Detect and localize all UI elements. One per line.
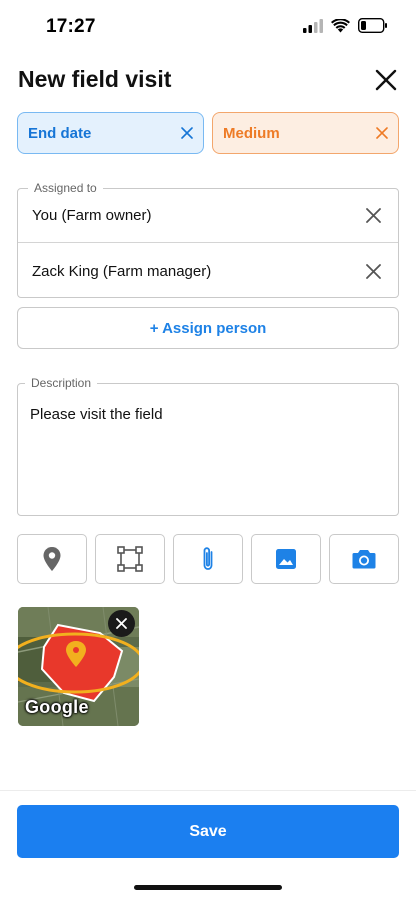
google-watermark: Google: [25, 697, 89, 717]
polygon-draw-icon: [117, 546, 143, 572]
assignee-name: You (Farm owner): [32, 207, 152, 224]
location-pin-icon: [43, 547, 61, 571]
add-image-button[interactable]: [251, 534, 321, 584]
assignee-row: Zack King (Farm manager): [18, 244, 398, 298]
remove-priority-icon[interactable]: [376, 124, 388, 142]
assignee-row: You (Farm owner): [18, 189, 398, 243]
wifi-icon: [331, 18, 350, 32]
draw-area-button[interactable]: [95, 534, 165, 584]
description-label: Description: [25, 376, 98, 390]
cellular-signal-icon: [303, 18, 323, 33]
remove-assignee-button[interactable]: [362, 205, 384, 227]
battery-icon: [358, 18, 387, 33]
description-value[interactable]: Please visit the field: [30, 406, 163, 423]
close-button[interactable]: [370, 64, 402, 96]
home-indicator: [134, 885, 282, 890]
close-icon: [116, 618, 127, 629]
close-icon: [365, 263, 381, 279]
description-field[interactable]: Description Please visit the field: [17, 376, 399, 516]
close-icon: [375, 69, 397, 91]
save-button[interactable]: Save: [17, 805, 399, 858]
assign-person-button[interactable]: + Assign person: [17, 307, 399, 349]
end-date-chip-label: End date: [28, 124, 92, 142]
attachment-icon: [203, 547, 213, 570]
attach-file-button[interactable]: [173, 534, 243, 584]
add-location-button[interactable]: [17, 534, 87, 584]
status-icons: [303, 18, 388, 33]
remove-map-button[interactable]: [108, 610, 135, 637]
remove-end-date-icon[interactable]: [181, 124, 193, 142]
status-time: 17:27: [46, 16, 96, 37]
end-date-chip[interactable]: End date: [17, 112, 204, 154]
status-bar: 17:27: [0, 0, 416, 54]
close-icon: [365, 208, 381, 223]
remove-assignee-button[interactable]: [362, 260, 384, 282]
assignee-name: Zack King (Farm manager): [32, 262, 212, 280]
priority-chip-label: Medium: [223, 124, 280, 142]
take-photo-button[interactable]: [329, 534, 399, 584]
camera-icon: [352, 550, 376, 569]
assigned-to-group: Assigned to You (Farm owner) Zack King (…: [17, 181, 399, 298]
page-title: New field visit: [18, 66, 172, 92]
image-icon: [276, 549, 296, 569]
priority-chip[interactable]: Medium: [212, 112, 399, 154]
